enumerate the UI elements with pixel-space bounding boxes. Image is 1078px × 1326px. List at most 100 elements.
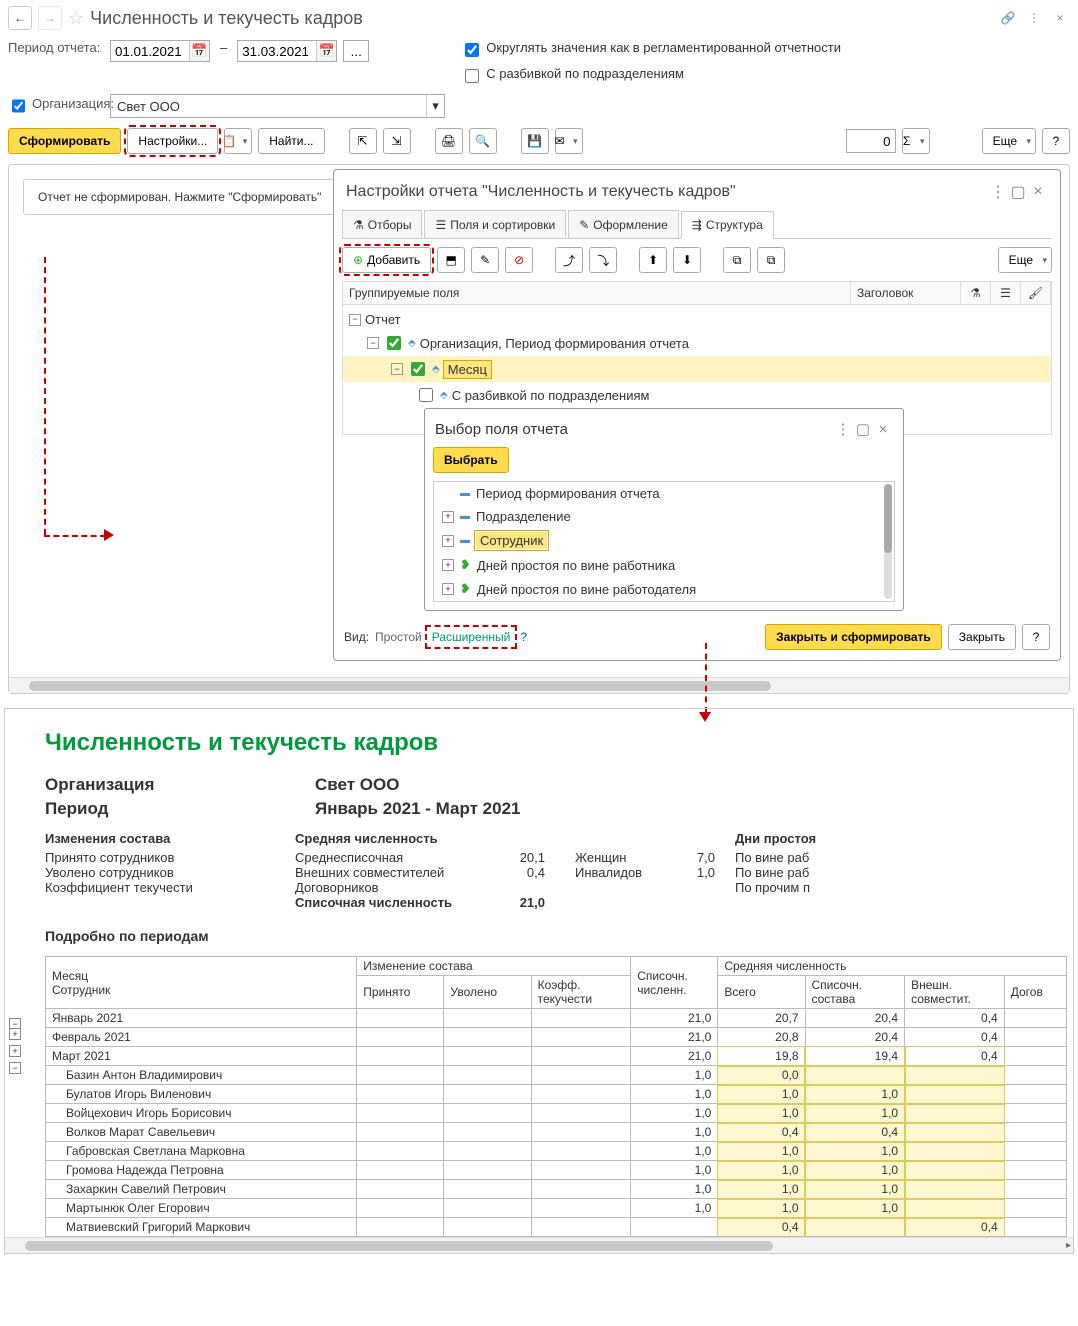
tab-filters[interactable]: ⚗Отборы — [342, 210, 422, 238]
help-link[interactable]: ? — [520, 630, 527, 644]
more-button[interactable]: Еще — [982, 128, 1036, 154]
expand-toggle[interactable]: + — [9, 1045, 21, 1057]
table-row-employee[interactable]: Габровская Светлана Марковна 1,0 1,01,0 — [46, 1142, 1067, 1161]
org-checkbox[interactable]: Организация: — [8, 96, 104, 116]
collapse-icon[interactable]: − — [349, 314, 361, 326]
view-extended-link[interactable]: Расширенный — [428, 628, 515, 646]
help-button[interactable]: ? — [1042, 128, 1070, 154]
table-row-employee[interactable]: Матвиевский Григорий Маркович 0,40,4 — [46, 1218, 1067, 1237]
nav-forward-button[interactable]: → — [38, 6, 62, 30]
field-item-department[interactable]: +▬ Подразделение — [434, 505, 894, 528]
tab-appearance[interactable]: ✎Оформление — [568, 210, 679, 238]
round-values-checkbox[interactable]: Округлять значения как в регламентирован… — [461, 40, 841, 60]
find-button[interactable]: Найти... — [258, 128, 324, 154]
expand-icon[interactable]: + — [442, 535, 454, 547]
nav-back-button[interactable]: ← — [8, 6, 32, 30]
expand-icon[interactable]: + — [442, 583, 454, 595]
generate-button[interactable]: Сформировать — [8, 128, 121, 154]
close-button[interactable]: Закрыть — [948, 624, 1016, 650]
maximize-icon[interactable]: ▢ — [1008, 182, 1028, 202]
table-row-employee[interactable]: Волков Марат Савельевич 1,0 0,40,4 — [46, 1123, 1067, 1142]
select-button[interactable]: Выбрать — [433, 447, 509, 473]
kebab-menu-icon[interactable]: ⋮ — [988, 182, 1008, 202]
period-ellipsis-button[interactable]: ... — [343, 40, 369, 62]
collapse-toggle[interactable]: − — [9, 1062, 21, 1074]
tab-fields[interactable]: ☰Поля и сортировки — [424, 210, 566, 238]
guide-arrow — [44, 535, 106, 537]
settings-button[interactable]: Настройки... — [127, 128, 218, 154]
view-simple-link[interactable]: Простой — [375, 630, 422, 644]
scrollbar[interactable] — [884, 484, 892, 599]
table-row-employee[interactable]: Войцехович Игорь Борисович 1,0 1,01,0 — [46, 1104, 1067, 1123]
kebab-menu-icon[interactable]: ⋮ — [1024, 8, 1044, 28]
tree-node-report[interactable]: − Отчет — [343, 309, 1051, 330]
field-item-idle-worker[interactable]: +❥ Дней простоя по вине работника — [434, 553, 894, 577]
more-button[interactable]: Еще — [998, 247, 1052, 273]
maximize-icon[interactable]: ▢ — [853, 419, 873, 439]
date-from-input[interactable] — [111, 42, 189, 61]
delete-icon[interactable]: ⊘ — [505, 247, 533, 273]
table-row-month[interactable]: Февраль 2021 21,0 20,820,40,4 — [46, 1028, 1067, 1047]
close-icon[interactable]: × — [1028, 182, 1048, 202]
org-select[interactable]: Свет ООО ▾ — [110, 94, 445, 118]
close-icon[interactable]: × — [873, 419, 893, 439]
save-icon[interactable]: 💾 — [521, 128, 549, 154]
chevron-down-icon[interactable]: ▾ — [426, 95, 444, 117]
expand-icon[interactable]: + — [442, 511, 454, 523]
sum-input[interactable] — [846, 129, 896, 153]
horizontal-scrollbar[interactable] — [9, 677, 1069, 693]
field-item-employee[interactable]: +▬ Сотрудник — [434, 528, 894, 553]
table-row-employee[interactable]: Мартынюк Олег Егорович 1,0 1,01,0 — [46, 1199, 1067, 1218]
field-item-idle-employer[interactable]: +❥ Дней простоя по вине работодателя — [434, 577, 894, 601]
calendar-icon[interactable]: 📅 — [316, 41, 336, 61]
table-row-employee[interactable]: Захаркин Савелий Петрович 1,0 1,01,0 — [46, 1180, 1067, 1199]
breakdown-checkbox[interactable]: С разбивкой по подразделениям — [461, 66, 841, 86]
table-row-month[interactable]: Март 2021 21,0 19,819,40,4 — [46, 1047, 1067, 1066]
move-out-icon[interactable]: ⤴ — [555, 247, 583, 273]
sigma-icon[interactable]: Σ — [902, 128, 930, 154]
field-item-period[interactable]: ▬ Период формирования отчета — [434, 482, 894, 505]
tree-node-month[interactable]: − ⬘ Месяц — [343, 356, 1051, 382]
preview-icon[interactable]: 🔍 — [469, 128, 497, 154]
collapse-all-icon[interactable]: ⇲ — [383, 128, 411, 154]
date-to-wrap[interactable]: 📅 — [237, 40, 337, 62]
email-icon[interactable]: ✉ — [555, 128, 583, 154]
tree-node-org-period[interactable]: − ⬘ Организация, Период формирования отч… — [343, 330, 1051, 356]
horizontal-scrollbar[interactable]: ▸ — [5, 1237, 1073, 1253]
table-row-month[interactable]: Январь 2021 21,0 20,720,40,4 — [46, 1009, 1067, 1028]
move-in-icon[interactable]: ⤵ — [589, 247, 617, 273]
copy-icon[interactable]: ⧉ — [723, 247, 751, 273]
guide-arrow — [44, 257, 46, 535]
tab-structure[interactable]: ⇶Структура — [681, 211, 774, 239]
link-icon[interactable]: 🔗 — [998, 8, 1018, 28]
brush-icon[interactable]: 🖌 — [1021, 282, 1051, 304]
close-icon[interactable]: × — [1050, 8, 1070, 28]
help-button[interactable]: ? — [1022, 624, 1050, 650]
move-down-icon[interactable]: ⬇ — [673, 247, 701, 273]
variants-button[interactable]: 📋 — [224, 128, 252, 154]
tree-node-breakdown[interactable]: ⬘ С разбивкой по подразделениям — [343, 382, 1051, 408]
table-row-employee[interactable]: Булатов Игорь Виленович 1,0 1,01,0 — [46, 1085, 1067, 1104]
calendar-icon[interactable]: 📅 — [189, 41, 209, 61]
expand-all-icon[interactable]: ⇱ — [349, 128, 377, 154]
favorite-star-icon[interactable]: ☆ — [68, 8, 84, 29]
move-up-icon[interactable]: ⬆ — [639, 247, 667, 273]
date-from-wrap[interactable]: 📅 — [110, 40, 210, 62]
collapse-icon[interactable]: − — [367, 337, 379, 349]
table-row-employee[interactable]: Громова Надежда Петровна 1,0 1,01,0 — [46, 1161, 1067, 1180]
kebab-menu-icon[interactable]: ⋮ — [833, 419, 853, 439]
print-icon[interactable]: 🖨 — [435, 128, 463, 154]
add-button[interactable]: ⊕Добавить — [342, 247, 431, 273]
summary-block: Изменения состава Принято сотрудников Ув… — [45, 831, 1045, 914]
close-and-generate-button[interactable]: Закрыть и сформировать — [765, 624, 942, 650]
expand-icon[interactable]: + — [442, 559, 454, 571]
filter-icon[interactable]: ⚗ — [961, 282, 991, 304]
expand-toggle[interactable]: + — [9, 1028, 21, 1040]
paste-icon[interactable]: ⧉ — [757, 247, 785, 273]
edit-icon[interactable]: ✎ — [471, 247, 499, 273]
date-to-input[interactable] — [238, 42, 316, 61]
add-group-icon[interactable]: ⬒ — [437, 247, 465, 273]
table-row-employee[interactable]: Базин Антон Владимирович 1,0 0,0 — [46, 1066, 1067, 1085]
collapse-icon[interactable]: − — [391, 363, 403, 375]
sort-icon[interactable]: ☰ — [991, 282, 1021, 304]
